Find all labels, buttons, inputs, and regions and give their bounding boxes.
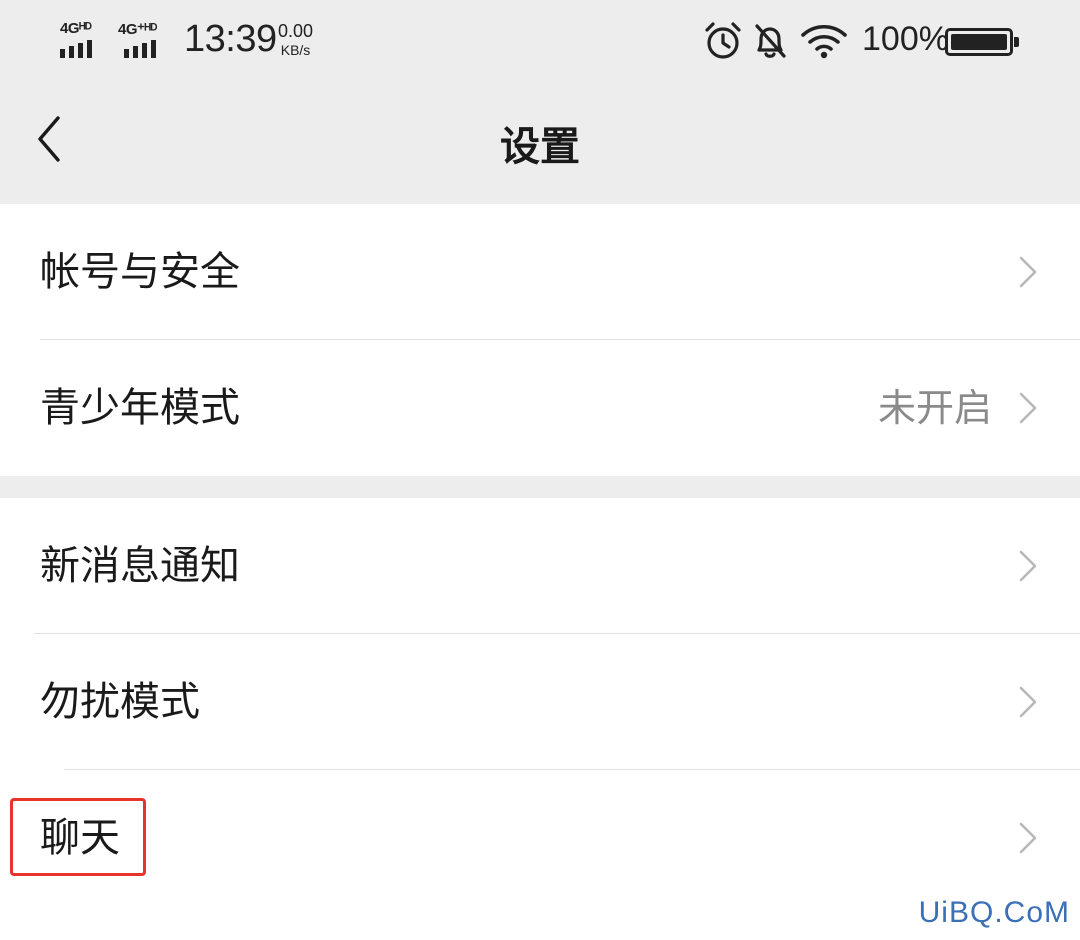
chevron-right-icon xyxy=(1019,822,1037,854)
settings-item-do-not-disturb[interactable]: 勿扰模式 xyxy=(0,634,1080,770)
sim2-signal-bars-icon xyxy=(124,40,156,58)
settings-item-chat[interactable]: 聊天 xyxy=(0,770,1080,906)
watermark: UiBQ.CoM xyxy=(918,896,1070,929)
sim1-signal: 4Gᴴᴰ xyxy=(60,20,110,60)
network-speed-unit: KB/s xyxy=(280,42,311,58)
mute-bell-icon xyxy=(755,24,786,58)
settings-item-value: 未开启 xyxy=(877,386,992,430)
network-speed-value: 0.00 xyxy=(278,21,314,41)
highlight-box xyxy=(10,798,146,876)
battery-percent: 100% xyxy=(862,20,949,58)
settings-group-notifications: 新消息通知 勿扰模式 聊天 xyxy=(0,498,1080,940)
page-title: 设置 xyxy=(500,124,580,170)
sim2-network-label: 4G⁺ᴴᴰ xyxy=(118,21,157,38)
sim2-signal: 4G⁺ᴴᴰ xyxy=(118,20,168,60)
chevron-right-icon xyxy=(1019,256,1037,288)
settings-item-new-message-notification[interactable]: 新消息通知 xyxy=(0,498,1080,634)
settings-item-label: 新消息通知 xyxy=(40,543,240,589)
settings-item-label: 青少年模式 xyxy=(40,385,240,431)
wifi-icon xyxy=(801,24,847,59)
clock: 13:39 xyxy=(184,18,277,60)
status-bar: 4Gᴴᴰ 4G⁺ᴴᴰ 13:39 0.00 KB/s 100% xyxy=(0,0,1080,84)
chevron-right-icon xyxy=(1019,550,1037,582)
sim1-signal-bars-icon xyxy=(60,40,92,58)
settings-item-account-security[interactable]: 帐号与安全 xyxy=(0,204,1080,340)
settings-group-account: 帐号与安全 青少年模式 未开启 xyxy=(0,204,1080,476)
settings-item-label: 勿扰模式 xyxy=(40,679,200,725)
chevron-right-icon xyxy=(1019,686,1037,718)
settings-item-teen-mode[interactable]: 青少年模式 未开启 xyxy=(0,340,1080,476)
nav-bar: 设置 xyxy=(0,84,1080,194)
network-speed: 0.00 KB/s xyxy=(278,22,313,57)
alarm-icon xyxy=(705,22,741,59)
sim1-network-label: 4Gᴴᴰ xyxy=(60,20,92,37)
battery-icon xyxy=(945,28,1019,56)
settings-item-label: 帐号与安全 xyxy=(40,249,240,295)
chevron-right-icon xyxy=(1019,392,1037,424)
